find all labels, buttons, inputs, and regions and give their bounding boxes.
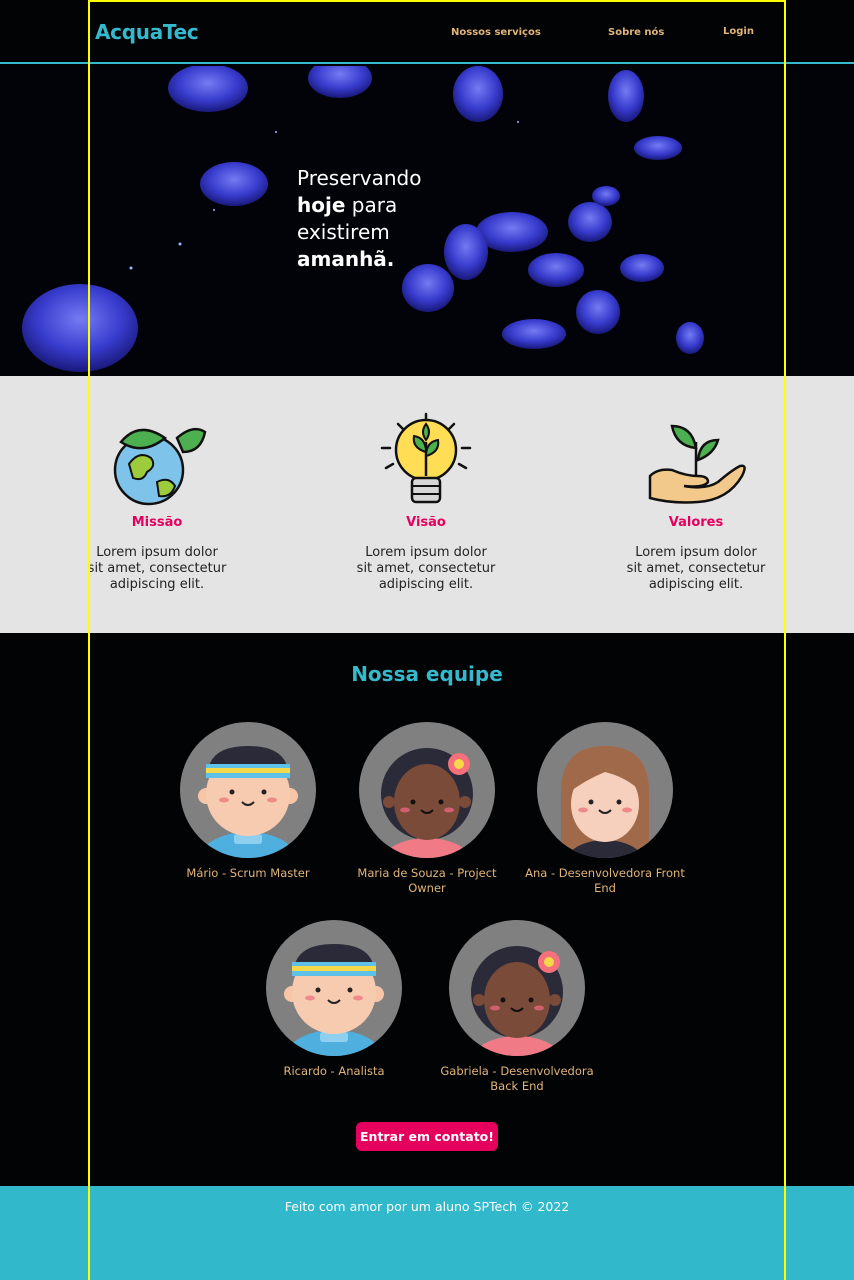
contact-button[interactable]: Entrar em contato! <box>356 1122 498 1151</box>
nav-sobre-nos[interactable]: Sobre nós <box>608 27 664 38</box>
earth-leaves-icon <box>113 427 207 506</box>
team-member-mario: Mário - Scrum Master <box>163 722 333 881</box>
value-text: Lorem ipsum dolor sit amet, consectetur … <box>356 545 496 592</box>
nav-login[interactable]: Login <box>723 26 754 37</box>
team-title: Nossa equipe <box>351 662 503 686</box>
avatar <box>266 920 402 1056</box>
team-member-gabriela: Gabriela - Desenvolvedora Back End <box>432 920 602 1094</box>
hero-line-2: hoje para <box>297 193 398 217</box>
value-title: Visão <box>406 515 446 530</box>
guide-line-left <box>88 0 90 1280</box>
hero-line-1: Preservando <box>297 166 422 190</box>
member-name: Ana - Desenvolvedora Front End <box>525 866 685 895</box>
member-name: Gabriela - Desenvolvedora Back End <box>440 1064 594 1093</box>
member-name: Ricardo - Analista <box>283 1064 385 1078</box>
footer: Feito com amor por um aluno SPTech © 202… <box>0 1186 854 1280</box>
hero-banner: Preservando hoje para existirem amanhã. <box>0 66 854 376</box>
team-member-maria: Maria de Souza - Project Owner <box>342 722 512 896</box>
member-name: Maria de Souza - Project Owner <box>357 866 497 895</box>
hero-headline: Preservando hoje para existirem amanhã. <box>297 165 421 273</box>
hero-line-4: amanhã. <box>297 247 395 271</box>
value-title: Valores <box>668 515 724 530</box>
header: AcquaTec Nossos serviços Sobre nós Login <box>0 0 854 64</box>
footer-text: Feito com amor por um aluno SPTech © 202… <box>284 1199 570 1214</box>
avatar <box>449 920 585 1056</box>
guide-line-top <box>88 0 786 2</box>
jellyfish-background <box>22 66 704 372</box>
value-text: Lorem ipsum dolor sit amet, consectetur … <box>87 545 227 592</box>
logo[interactable]: AcquaTec <box>95 20 199 44</box>
nav-nossos-servicos[interactable]: Nossos serviços <box>451 27 541 38</box>
avatar <box>180 722 316 858</box>
lightbulb-plant-icon <box>380 412 472 504</box>
avatar <box>359 722 495 858</box>
hero-line-3: existirem <box>297 220 390 244</box>
team-member-ana: Ana - Desenvolvedora Front End <box>520 722 690 896</box>
values-section: Missão Lorem ipsum dolor sit amet, conse… <box>0 376 854 633</box>
hand-sprout-icon <box>648 424 746 504</box>
value-text: Lorem ipsum dolor sit amet, consectetur … <box>626 545 766 592</box>
avatar <box>537 722 673 858</box>
member-name: Mário - Scrum Master <box>186 866 310 880</box>
guide-line-right <box>784 0 786 1280</box>
team-member-ricardo: Ricardo - Analista <box>249 920 419 1079</box>
value-title: Missão <box>131 515 183 530</box>
